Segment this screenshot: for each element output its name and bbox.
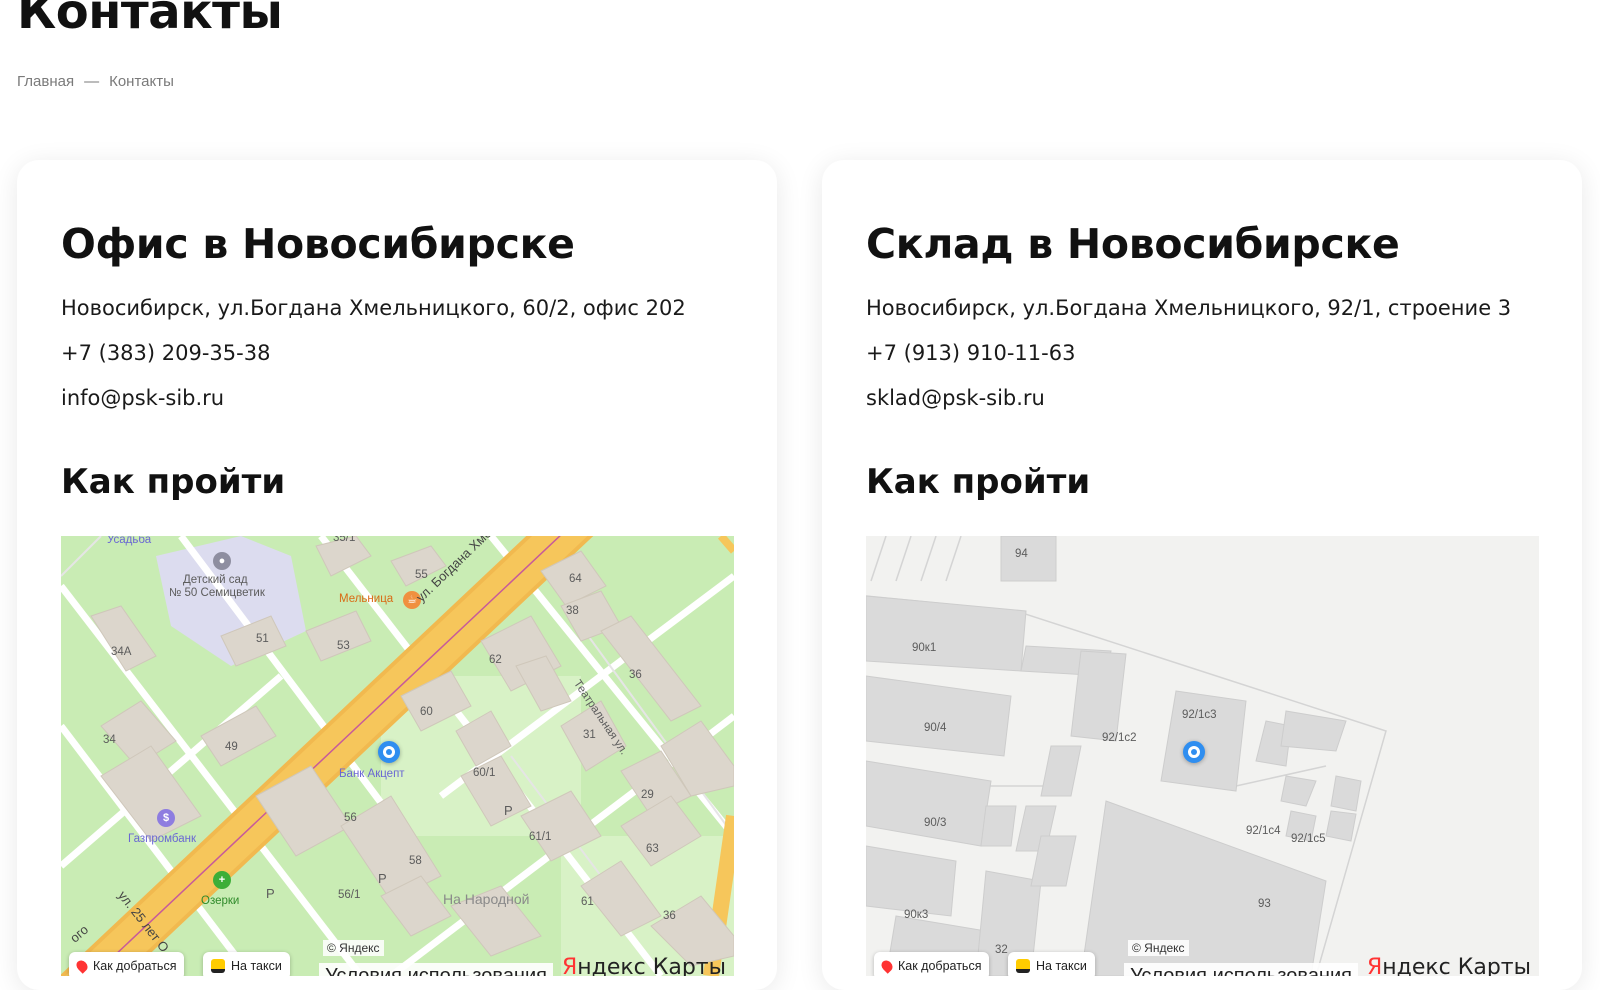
map-building-label: 32 <box>995 944 1008 956</box>
breadcrumb-home-link[interactable]: Главная <box>17 73 74 90</box>
map-building-label: 53 <box>337 640 350 652</box>
map-taxi-button[interactable]: На такси <box>1008 952 1095 976</box>
warehouse-address: Новосибирск, ул.Богдана Хмельницкого, 92… <box>866 296 1512 320</box>
map-label-kindergarten-line2: № 50 Семицветик <box>169 587 265 599</box>
map-building-label: 60 <box>420 706 433 718</box>
map-building-label: 90/4 <box>924 722 947 734</box>
breadcrumb: Главная — Контакты <box>17 73 174 90</box>
map-route-label: Как добраться <box>898 959 982 973</box>
warehouse-phone: +7 (913) 910-11-63 <box>866 341 1075 365</box>
map-building-label: 61 <box>581 896 594 908</box>
logo-letter: Я <box>561 955 578 976</box>
breadcrumb-current: Контакты <box>109 73 174 90</box>
map-building-label: 36 <box>629 669 642 681</box>
map-label-usadba: Усадьба <box>107 536 152 546</box>
map-building-label: 62 <box>489 654 502 666</box>
map-building-label: 56/1 <box>338 889 361 901</box>
map-label-kindergarten-line1: Детский сад <box>183 574 248 586</box>
office-card: Офис в Новосибирске Новосибирск, ул.Богд… <box>17 160 777 990</box>
office-phone: +7 (383) 209-35-38 <box>61 341 270 365</box>
warehouse-directions-title: Как пройти <box>866 462 1091 502</box>
kindergarten-icon: ● <box>213 552 231 570</box>
map-building-label: 31 <box>583 729 596 741</box>
parking-icon: P <box>378 871 387 886</box>
map-label-melnitsa: Мельница <box>339 593 394 605</box>
warehouse-card: Склад в Новосибирске Новосибирск, ул.Бог… <box>822 160 1582 990</box>
map-building-label: 34А <box>111 646 132 658</box>
map-building-label: 92/1с4 <box>1246 825 1281 837</box>
map-taxi-button[interactable]: На такси <box>203 952 290 976</box>
map-label-bank: Банк Акцепт <box>339 768 405 780</box>
map-taxi-label: На такси <box>1036 959 1087 973</box>
warehouse-phone-link[interactable]: +7 (913) 910-11-63 <box>866 341 1075 365</box>
location-pin-icon[interactable] <box>1183 741 1205 763</box>
taxi-icon <box>1016 959 1030 973</box>
map-taxi-label: На такси <box>231 959 282 973</box>
warehouse-email-link[interactable]: sklad@psk-sib.ru <box>866 386 1045 410</box>
map-building-label: 94 <box>1015 548 1028 560</box>
breadcrumb-separator: — <box>84 73 100 90</box>
map-building-label: 61/1 <box>529 831 552 843</box>
map-building-label: 92/1с3 <box>1182 709 1217 721</box>
map-building-label: 49 <box>225 741 238 753</box>
warehouse-map[interactable]: 94 90к1 90/4 92/1с2 92/1с3 90/3 92/1с4 9… <box>866 536 1539 976</box>
map-building-label: 34 <box>103 734 116 746</box>
office-directions-title: Как пройти <box>61 462 286 502</box>
map-building-label: 92/1с5 <box>1291 833 1326 845</box>
map-building-label: 56 <box>344 812 357 824</box>
map-route-button[interactable]: Как добраться <box>69 952 185 976</box>
map-building-label: 90к1 <box>912 642 937 654</box>
map-building-label: 93 <box>1258 898 1271 910</box>
map-building-label: 51 <box>256 633 269 645</box>
warehouse-title: Склад в Новосибирске <box>866 220 1400 268</box>
warehouse-email: sklad@psk-sib.ru <box>866 386 1045 410</box>
bank-icon: $ <box>157 809 175 827</box>
map-building-label: 36 <box>663 910 676 922</box>
logo-letter: Я <box>1366 955 1383 976</box>
map-building-label: 29 <box>641 789 654 801</box>
route-pin-icon <box>74 958 90 974</box>
map-building-label: 63 <box>646 843 659 855</box>
map-building-label: 90/3 <box>924 817 947 829</box>
map-building-label: 55 <box>415 569 428 581</box>
yandex-maps-logo[interactable]: Яндекс Карты <box>1367 955 1531 976</box>
parking-icon: P <box>266 886 275 901</box>
map-terms-link[interactable]: Условия использования <box>1124 963 1358 976</box>
office-address: Новосибирск, ул.Богдана Хмельницкого, 60… <box>61 296 686 320</box>
route-pin-icon <box>879 958 895 974</box>
page-title: Контакты <box>17 0 283 40</box>
map-building-label: 92/1с2 <box>1102 732 1137 744</box>
map-copyright: © Яндекс <box>323 940 384 956</box>
map-copyright: © Яндекс <box>1128 940 1189 956</box>
logo-text: ндекс Карты <box>1382 955 1531 976</box>
map-building-label: 90к3 <box>904 909 929 921</box>
map-route-button[interactable]: Как добраться <box>874 952 990 976</box>
map-building-label: 38 <box>566 605 579 617</box>
office-email-link[interactable]: info@psk-sib.ru <box>61 386 224 410</box>
office-email: info@psk-sib.ru <box>61 386 224 410</box>
location-pin-icon[interactable] <box>378 741 400 763</box>
taxi-icon <box>211 959 225 973</box>
map-route-label: Как добраться <box>93 959 177 973</box>
map-building-label: 58 <box>409 855 422 867</box>
pharmacy-icon: + <box>213 871 231 889</box>
map-building-label: 35/1 <box>333 536 356 544</box>
office-title: Офис в Новосибирске <box>61 220 575 268</box>
map-building-label: 64 <box>569 573 582 585</box>
map-label-na-narodnoy: На Народной <box>443 891 530 907</box>
map-label-ozerki: Озерки <box>201 895 240 907</box>
logo-text: ндекс Карты <box>577 955 726 976</box>
map-building-label: 60/1 <box>473 767 496 779</box>
map-label-gazprombank: Газпромбанк <box>128 833 197 845</box>
map-terms-link[interactable]: Условия использования <box>319 963 553 976</box>
office-phone-link[interactable]: +7 (383) 209-35-38 <box>61 341 270 365</box>
yandex-maps-logo[interactable]: Яндекс Карты <box>562 955 726 976</box>
office-map[interactable]: Усадьба Детский сад № 50 Семицветик ● Ме… <box>61 536 734 976</box>
parking-icon: P <box>504 803 513 818</box>
